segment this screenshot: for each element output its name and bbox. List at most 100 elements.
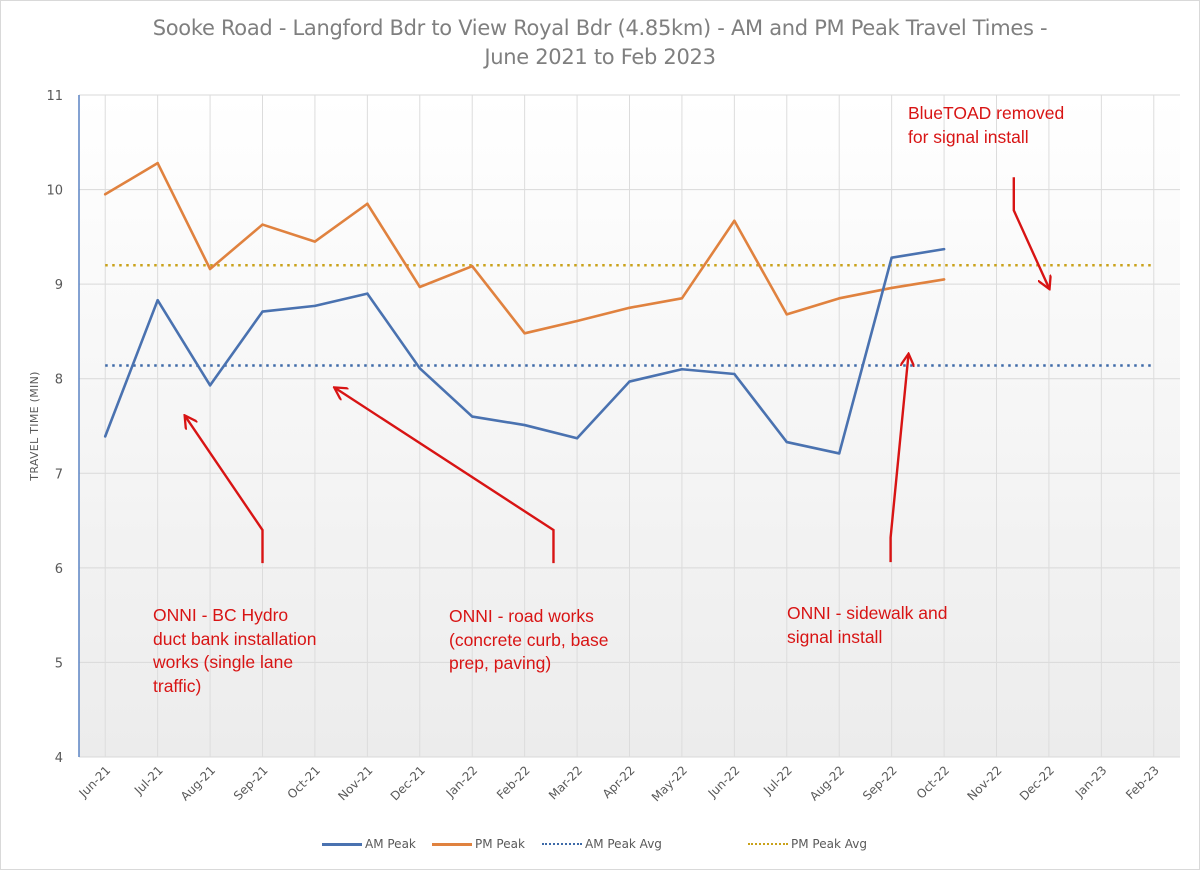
data-point (313, 240, 317, 243)
x-tick-label: Oct-21 (285, 763, 323, 801)
y-tick-label: 9 (55, 278, 63, 293)
legend-swatch-pm-peak-avg (748, 843, 788, 845)
data-point (942, 278, 946, 281)
x-tick-label: Jan-23 (1072, 763, 1110, 801)
data-point (942, 247, 946, 251)
x-tick-label: Dec-22 (1017, 763, 1057, 803)
legend-swatch-pm-peak (432, 842, 472, 846)
x-tick-label: Oct-22 (914, 763, 952, 801)
x-tick-label: Jul-22 (760, 763, 795, 798)
x-tick-label: Nov-21 (335, 763, 375, 803)
legend-swatch-am-peak (322, 842, 362, 846)
x-axis-tick-labels: Jun-21 Jul-21 Aug-21 Sep-21 Oct-21 Nov-21 Dec-… (76, 763, 1162, 804)
chart-legend: AM Peak PM Peak AM Peak Avg PM Peak Avg (0, 834, 1200, 854)
data-point (314, 264, 316, 266)
y-tick-label: 10 (46, 184, 63, 199)
x-tick-label: Dec-21 (388, 763, 428, 803)
data-point (890, 364, 892, 366)
data-point (680, 297, 684, 300)
x-tick-label: Aug-22 (807, 763, 847, 803)
data-point (575, 319, 579, 323)
data-point (786, 364, 788, 366)
data-point (681, 264, 683, 266)
data-point (471, 415, 474, 418)
data-point (104, 435, 107, 438)
data-point (785, 440, 788, 444)
x-tick-label: Feb-23 (1123, 763, 1162, 802)
legend-label-pm-peak: PM Peak (475, 837, 525, 851)
legend-label-am-peak: AM Peak (365, 837, 416, 851)
annotation-bc-hydro: ONNI - BC Hydro duct bank installation w… (153, 605, 317, 696)
x-tick-label: Jan-22 (443, 763, 481, 801)
x-tick-label: Sep-21 (231, 763, 271, 803)
data-point (1153, 264, 1155, 266)
data-point (261, 264, 263, 266)
data-point (419, 264, 421, 266)
y-tick-label: 6 (55, 562, 63, 577)
x-tick-label: Sep-22 (860, 763, 900, 803)
legend-item-am-peak: AM Peak (322, 834, 416, 854)
data-point (838, 364, 840, 366)
data-point (890, 286, 893, 290)
data-point (733, 219, 736, 222)
legend-item-pm-peak: PM Peak (432, 834, 525, 854)
data-point (576, 264, 578, 266)
data-point (995, 364, 997, 366)
x-tick-label: Jun-21 (76, 763, 114, 801)
x-tick-label: Jul-21 (131, 763, 166, 798)
data-point (995, 264, 997, 266)
x-tick-label: Aug-21 (178, 763, 218, 803)
data-point (471, 364, 473, 366)
y-axis-tick-labels: 4 5 6 7 8 9 10 11 (46, 89, 63, 766)
y-tick-label: 4 (55, 751, 63, 766)
data-point (680, 368, 684, 371)
annotation-road-works: ONNI - road works (concrete curb, base p… (449, 606, 609, 673)
data-point (523, 423, 526, 427)
x-tick-label: Nov-22 (965, 763, 1005, 803)
data-point (575, 437, 579, 440)
x-tick-label: Apr-22 (600, 763, 638, 801)
legend-swatch-am-peak-avg (542, 843, 582, 845)
data-point (156, 299, 159, 302)
data-point (261, 223, 264, 226)
data-point (785, 313, 788, 316)
data-point (1100, 364, 1102, 366)
data-point (838, 264, 840, 266)
series-am-peak-avg (104, 364, 1154, 367)
x-tick-label: Mar-22 (546, 763, 585, 802)
data-point (733, 372, 736, 376)
legend-label-am-peak-avg: AM Peak Avg (585, 837, 662, 851)
data-point (156, 264, 158, 266)
data-point (628, 264, 630, 266)
data-point (523, 332, 526, 335)
data-point (838, 297, 841, 300)
data-point (523, 264, 525, 266)
data-point (314, 364, 316, 366)
y-axis-title: TRAVEL TIME (MIN) (28, 371, 41, 481)
data-point (628, 306, 631, 309)
data-point (156, 364, 158, 366)
x-tick-label: Feb-22 (494, 763, 533, 802)
data-point (261, 310, 264, 313)
data-point (366, 292, 369, 295)
data-point (313, 304, 317, 308)
data-point (523, 364, 525, 366)
data-point (1048, 264, 1050, 266)
data-point (366, 364, 368, 366)
y-tick-label: 11 (46, 89, 63, 104)
data-point (1100, 264, 1102, 266)
y-tick-label: 5 (55, 656, 63, 671)
annotation-bluetoad-removed: BlueTOAD removed for signal install (908, 103, 1065, 147)
data-point (156, 161, 159, 165)
legend-label-pm-peak-avg: PM Peak Avg (791, 837, 867, 851)
y-tick-label: 7 (55, 467, 63, 482)
data-point (943, 364, 945, 366)
data-point (104, 364, 106, 366)
legend-item-pm-peak-avg: PM Peak Avg (748, 834, 867, 854)
data-point (471, 264, 474, 268)
data-point (786, 264, 788, 266)
data-point (366, 264, 368, 266)
annotation-sidewalk-signal: ONNI - sidewalk and signal install (787, 603, 948, 647)
data-point (890, 256, 893, 259)
data-point (733, 364, 735, 366)
